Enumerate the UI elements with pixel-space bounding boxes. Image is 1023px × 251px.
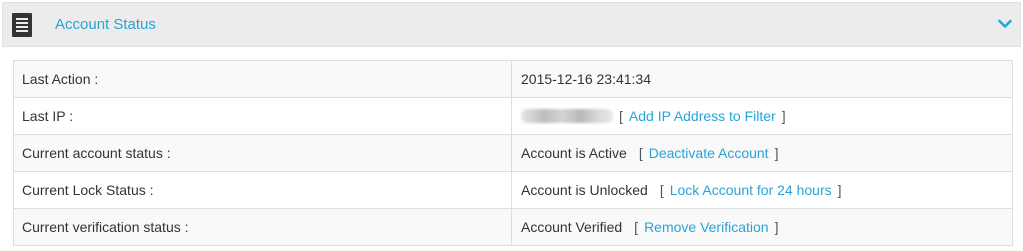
bracket-close: ] — [837, 182, 842, 198]
account-status-panel: Account Status Last Action : 2015-12-16 … — [2, 0, 1021, 251]
bracket-open: [ — [634, 219, 639, 235]
bracket-close: ] — [774, 145, 779, 161]
panel-title: Account Status — [55, 16, 156, 33]
row-label: Current account status : — [14, 135, 512, 171]
add-ip-filter-link[interactable]: Add IP Address to Filter — [629, 108, 776, 124]
lock-account-link[interactable]: Lock Account for 24 hours — [670, 182, 832, 198]
row-label: Last Action : — [14, 61, 512, 97]
verification-status-value: Account Verified — [521, 219, 623, 235]
document-icon — [12, 13, 32, 37]
redacted-ip-address — [521, 109, 613, 123]
table-row-last-action: Last Action : 2015-12-16 23:41:34 — [14, 61, 1012, 97]
bracket-close: ] — [781, 108, 786, 124]
remove-verification-link[interactable]: Remove Verification — [644, 219, 769, 235]
row-value: 2015-12-16 23:41:34 — [512, 61, 1012, 97]
bracket-open: [ — [638, 145, 643, 161]
lock-status-value: Account is Unlocked — [521, 182, 648, 198]
account-status-value: Account is Active — [521, 145, 627, 161]
table-row-account-status: Current account status : Account is Acti… — [14, 134, 1012, 171]
account-status-table: Last Action : 2015-12-16 23:41:34 Last I… — [13, 60, 1013, 246]
deactivate-account-link[interactable]: Deactivate Account — [649, 145, 769, 161]
table-row-lock-status: Current Lock Status : Account is Unlocke… — [14, 171, 1012, 208]
row-value: [ Add IP Address to Filter ] — [512, 98, 1012, 134]
row-value: Account Verified [ Remove Verification ] — [512, 209, 1012, 245]
panel-header[interactable]: Account Status — [2, 2, 1021, 47]
row-label: Current Lock Status : — [14, 172, 512, 208]
row-value: Account is Active [ Deactivate Account ] — [512, 135, 1012, 171]
row-label: Current verification status : — [14, 209, 512, 245]
bracket-open: [ — [659, 182, 664, 198]
row-value: Account is Unlocked [ Lock Account for 2… — [512, 172, 1012, 208]
table-row-last-ip: Last IP : [ Add IP Address to Filter ] — [14, 97, 1012, 134]
bracket-open: [ — [619, 108, 623, 124]
chevron-down-icon[interactable] — [998, 19, 1012, 29]
row-label: Last IP : — [14, 98, 512, 134]
bracket-close: ] — [774, 219, 779, 235]
last-action-value: 2015-12-16 23:41:34 — [521, 71, 651, 87]
table-row-verification-status: Current verification status : Account Ve… — [14, 208, 1012, 245]
